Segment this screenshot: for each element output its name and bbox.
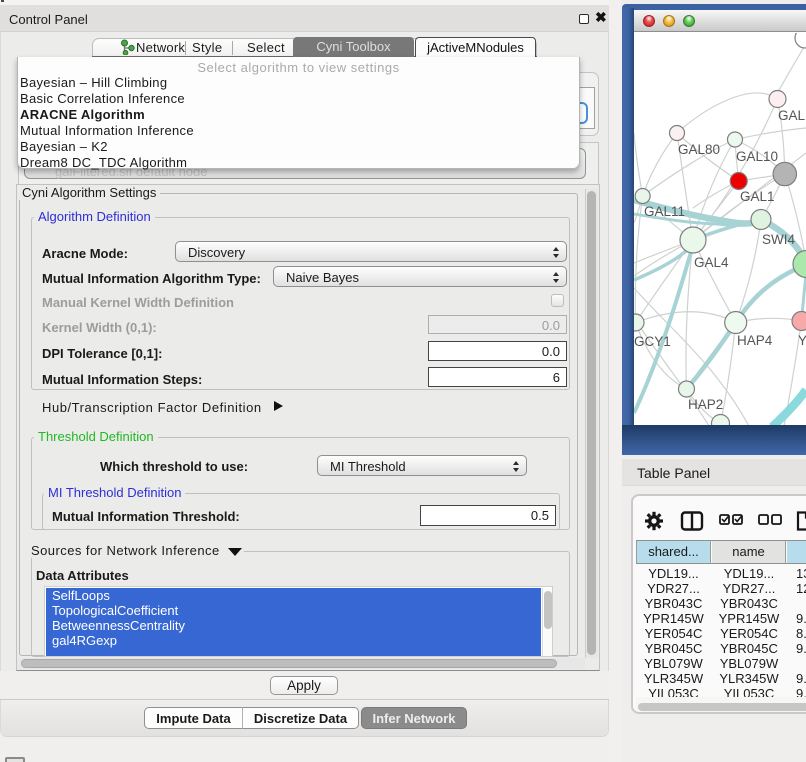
svg-text:GAL10: GAL10 [736, 149, 778, 164]
svg-text:GCY1: GCY1 [634, 334, 671, 349]
svg-text:GAL4: GAL4 [694, 255, 729, 270]
svg-text:HAP2: HAP2 [688, 397, 723, 412]
svg-text:GAL1: GAL1 [740, 189, 775, 204]
svg-text:GAL80: GAL80 [678, 142, 720, 157]
svg-text:GAL11: GAL11 [644, 204, 685, 219]
svg-text:Y: Y [798, 333, 806, 348]
svg-text:SWI4: SWI4 [762, 232, 795, 247]
svg-text:GAL: GAL [778, 108, 806, 123]
svg-text:HAP4: HAP4 [737, 333, 773, 348]
